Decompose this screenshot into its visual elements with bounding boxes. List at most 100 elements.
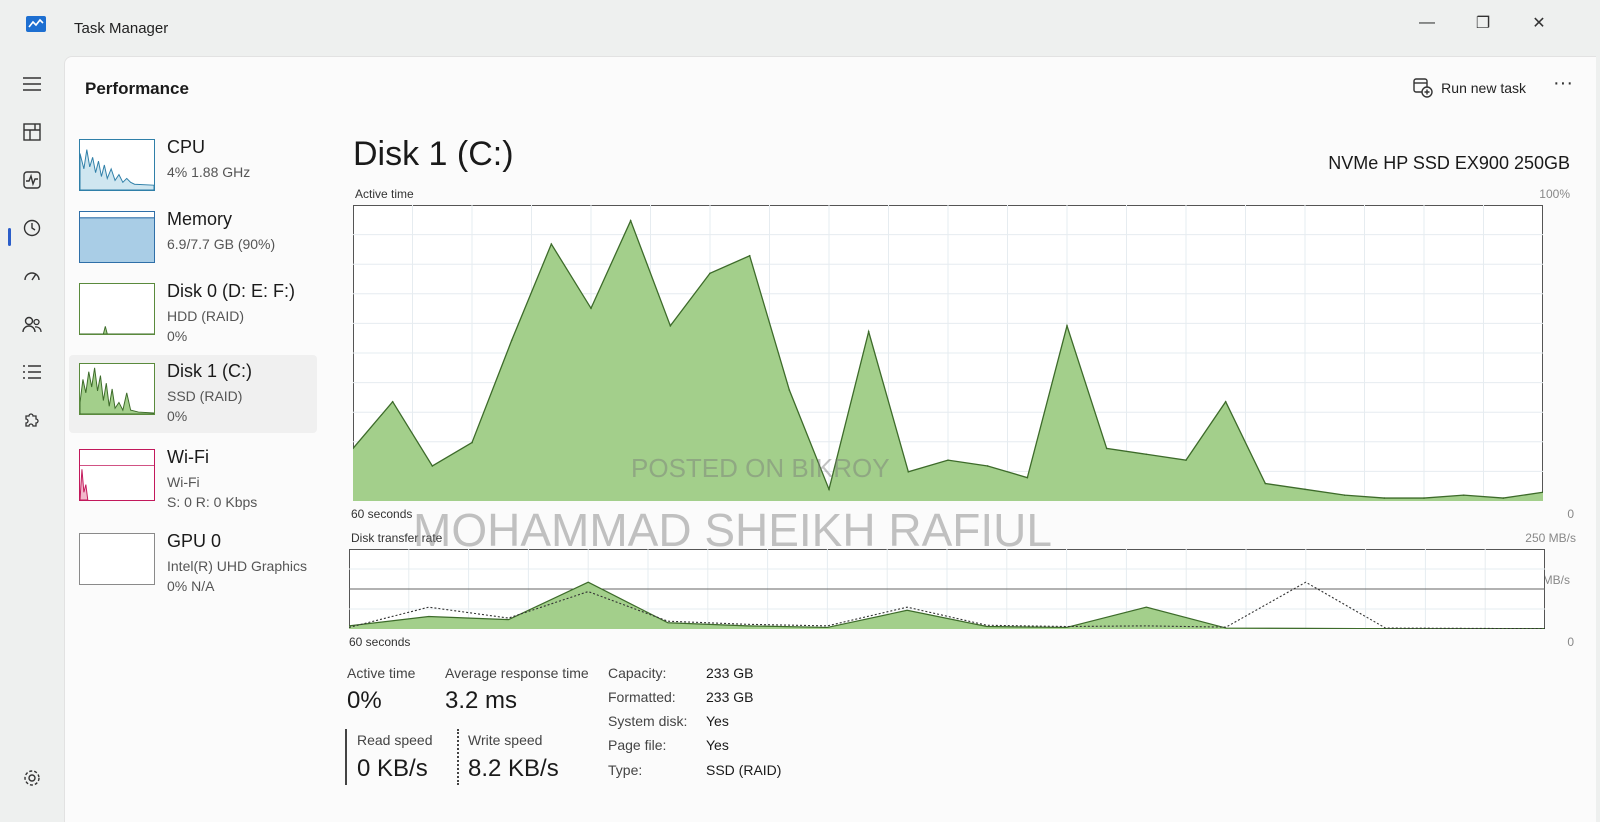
title-bar: Task Manager — ❐ ✕ [0,0,1600,56]
settings-gear-icon [24,770,40,786]
active-time-chart-label: Active time [355,187,414,201]
active-time-point [431,465,434,467]
disk1-thumbnail-graph [79,363,155,415]
device-gpu-0[interactable]: GPU 0 Intel(R) UHD Graphics 0% N/A [69,525,317,603]
device-wifi-adapter: Wi-Fi [167,474,200,490]
device-disk1-usage: 0% [167,408,188,424]
active-time-point [1145,453,1148,456]
run-task-icon [1413,78,1433,98]
active-time-chart [353,205,1543,501]
transfer-chart-label: Disk transfer rate [351,531,443,545]
history-icon [23,219,41,237]
nav-startup-apps[interactable] [14,258,50,294]
stat-avg-response-label: Average response time [445,665,589,681]
cpu-thumbnail-graph [79,139,155,191]
prop-system-disk-value: Yes [706,713,729,729]
nav-services[interactable] [14,402,50,438]
wifi-thumbnail-graph [79,449,155,501]
active-time-point [709,272,711,275]
active-time-point [867,330,870,333]
main-panel: Performance Run new task ··· CPU 4% 1.88… [64,56,1596,822]
active-time-point [1343,494,1346,496]
device-disk0-usage: 0% [167,328,188,344]
active-time-point [748,254,751,257]
active-time-point [1423,497,1425,499]
active-time-point [1224,400,1227,403]
active-time-point [629,219,632,222]
active-time-point [1462,494,1465,496]
close-button[interactable]: ✕ [1516,10,1562,36]
task-manager-app-icon [26,16,46,32]
stat-write-speed-label: Write speed [468,732,543,748]
stat-write-speed-value: 8.2 KB/s [468,755,559,782]
write-speed-bar [457,729,459,785]
device-wifi-throughput: S: 0 R: 0 Kbps [167,494,258,510]
run-new-task-button[interactable]: Run new task [1413,75,1526,101]
device-cpu-name: CPU [167,137,206,157]
gpu-thumbnail-graph [79,533,155,585]
transfer-min: 0 [1567,635,1574,649]
hamburger-menu-button[interactable] [14,66,50,102]
prop-type-label: Type: [608,762,643,778]
prop-capacity-label: Capacity: [608,665,667,681]
nav-details[interactable] [14,354,50,390]
more-options-button[interactable]: ··· [1548,73,1578,99]
device-disk1-type: SSD (RAID) [167,388,243,404]
active-time-point [907,471,910,473]
active-time-chart-max: 100% [1539,187,1570,201]
stat-read-speed-value: 0 KB/s [357,755,428,782]
prop-type-value: SSD (RAID) [706,762,782,778]
prop-page-file-label: Page file: [608,737,667,753]
memory-thumbnail-graph [79,211,155,263]
active-time-point [986,465,989,467]
active-time-point [1066,325,1068,327]
transfer-window: 60 seconds [349,635,411,649]
disk-model: NVMe HP SSD EX900 250GB [1328,153,1570,173]
restore-button[interactable]: ❐ [1460,10,1506,36]
device-memory-usage: 6.9/7.7 GB (90%) [167,236,276,252]
transfer-chart-max: 250 MB/s [1525,531,1576,545]
device-disk-1[interactable]: Disk 1 (C:) SSD (RAID) 0% [69,355,317,433]
device-cpu-usage: 4% 1.88 GHz [167,164,251,180]
device-memory[interactable]: Memory 6.9/7.7 GB (90%) [69,203,317,281]
prop-system-disk-label: System disk: [608,713,688,729]
active-time-point [1383,497,1386,499]
nav-settings[interactable] [14,760,50,796]
device-gpu-name: GPU 0 [167,531,222,551]
performance-icon [23,171,41,189]
device-wifi[interactable]: Wi-Fi Wi-Fi S: 0 R: 0 Kbps [69,441,317,519]
active-nav-indicator [8,228,11,246]
details-list-icon [23,365,41,379]
users-icon [22,316,42,333]
device-gpu-usage: 0% N/A [167,578,215,594]
stat-avg-response-value: 3.2 ms [445,687,518,714]
active-time-point [590,307,592,310]
active-time-min: 0 [1567,507,1574,521]
device-wifi-name: Wi-Fi [167,447,209,467]
nav-app-history[interactable] [14,210,50,246]
active-time-point [471,441,473,444]
device-cpu[interactable]: CPU 4% 1.88 GHz [69,131,317,209]
nav-rail [0,56,64,822]
device-disk-0[interactable]: Disk 0 (D: E: F:) HDD (RAID) 0% [69,275,317,353]
disk0-thumbnail-graph [79,283,155,335]
device-disk0-name: Disk 0 (D: E: F:) [167,281,296,301]
read-speed-bar [345,729,347,785]
prop-page-file-value: Yes [706,737,729,753]
startup-icon [24,272,40,281]
stat-active-time-label: Active time [347,665,416,681]
active-time-point [550,243,553,245]
nav-users[interactable] [14,306,50,342]
active-time-point [1105,447,1108,450]
transfer-rate-chart [349,549,1545,629]
active-time-point [1185,459,1187,461]
run-new-task-label: Run new task [1441,80,1526,96]
active-time-point [510,339,513,342]
device-disk0-type: HDD (RAID) [167,308,244,324]
nav-performance[interactable] [14,162,50,198]
prop-formatted-value: 233 GB [706,689,754,705]
nav-processes[interactable] [14,114,50,150]
minimize-button[interactable]: — [1404,10,1450,36]
active-time-point [788,389,791,391]
stat-active-time-value: 0% [347,687,382,714]
